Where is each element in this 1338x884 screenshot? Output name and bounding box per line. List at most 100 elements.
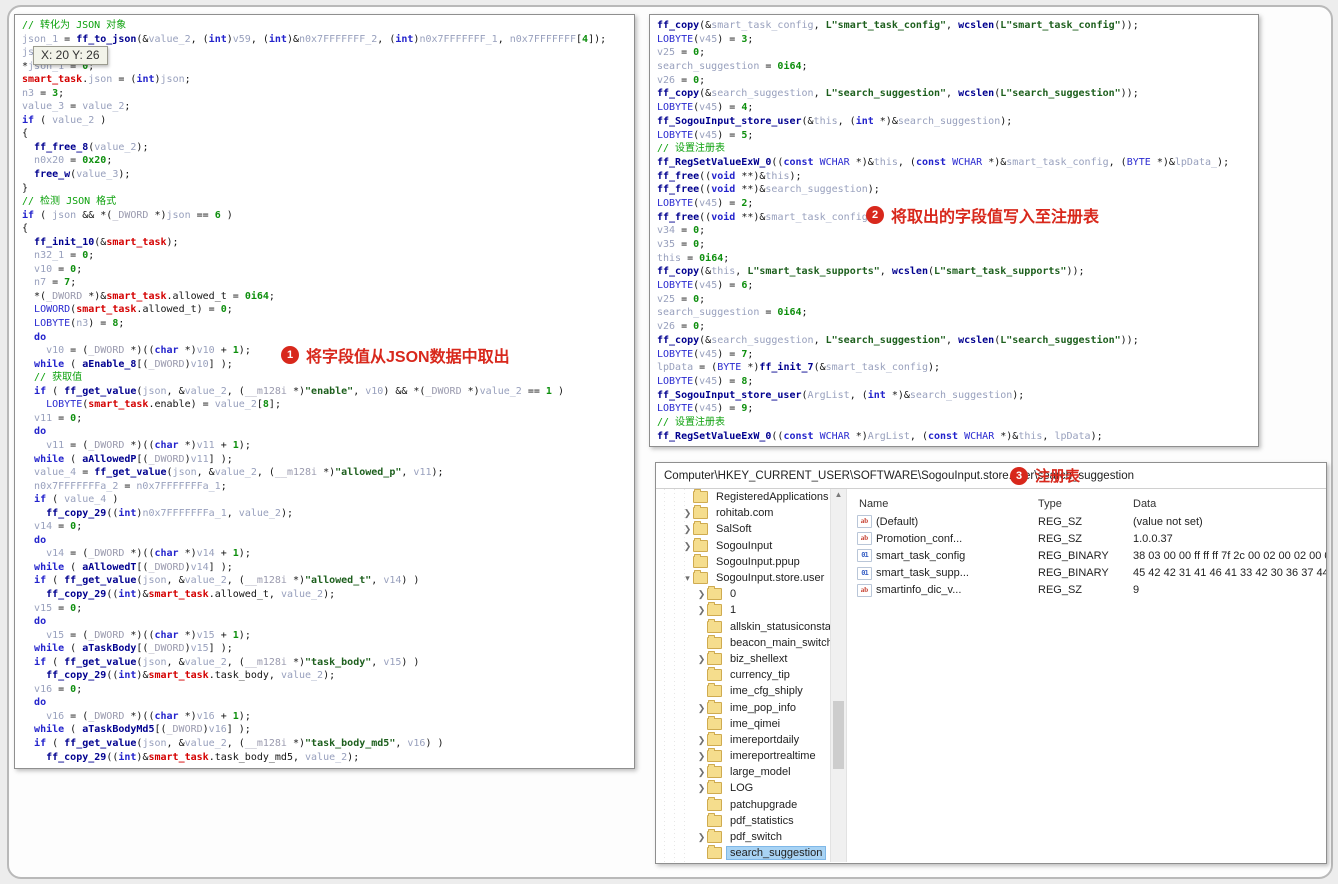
value-data: (value not set) [1133, 515, 1203, 528]
tree-item-large_model[interactable]: ❯ large_model [656, 764, 830, 780]
folder-icon [707, 715, 722, 730]
chevron-right-icon[interactable]: ❯ [696, 780, 707, 796]
tree-item-SogouInput.ppup[interactable]: SogouInput.ppup [656, 553, 830, 570]
code-line: if ( ff_get_value(json, &value_2, (__m12… [34, 385, 564, 397]
values-header-row: Name Type Data [847, 494, 1326, 513]
folder-icon [707, 667, 722, 682]
chevron-right-icon[interactable]: ❯ [696, 586, 707, 602]
chevron-right-icon[interactable]: ❯ [696, 829, 707, 845]
code-line: // 转化为 JSON 对象 [22, 20, 127, 31]
code-line: while ( aAllowedP[(_DWORD)v11] ); [34, 453, 233, 465]
tree-item-biz_shellext[interactable]: ❯ biz_shellext [656, 650, 830, 667]
tree-item-imereportrealtime[interactable]: ❯ imereportrealtime [656, 748, 830, 764]
folder-icon [707, 780, 722, 795]
code-line: ff_SogouInput_store_user(ArgList, (int *… [657, 389, 1025, 401]
folder-icon [707, 618, 722, 633]
code-line: if ( value_2 ) [22, 114, 107, 126]
registry-value-row[interactable]: ab Promotion_conf... REG_SZ 1.0.0.37 [847, 530, 1326, 547]
code-line: if ( json && *(_DWORD *)json == 6 ) [22, 209, 233, 221]
chevron-right-icon[interactable]: ❯ [696, 748, 707, 764]
folder-icon [707, 731, 722, 746]
tree-item-RegisteredApplications[interactable]: RegisteredApplications [656, 489, 830, 505]
tree-item-LOG[interactable]: ❯ LOG [656, 780, 830, 796]
tree-item-allskin_statusiconstatis[interactable]: allskin_statusiconstatis [656, 618, 830, 635]
code-line: v14 = 0; [34, 521, 83, 533]
registry-value-row[interactable]: ab (Default) REG_SZ (value not set) [847, 513, 1326, 530]
code-line: ff_copy(&this, L"smart_task_supports", w… [657, 266, 1085, 278]
tree-item-SalSoft[interactable]: ❯ SalSoft [656, 521, 830, 537]
tree-item-SogouInput[interactable]: ❯ SogouInput [656, 537, 830, 554]
tree-item-label: allskin_statusiconstatis [730, 620, 830, 633]
code-line: { [22, 223, 29, 235]
decompiled-code-panel-registry-write: ff_copy(&smart_task_config, L"smart_task… [649, 14, 1259, 447]
code-line: do [34, 426, 47, 438]
code-line: LOBYTE(v45) = 9; [657, 403, 754, 415]
code-line: ff_free_8(value_2); [34, 141, 149, 153]
tree-item-beacon_main_switch[interactable]: beacon_main_switch [656, 634, 830, 651]
folder-icon [707, 683, 722, 698]
code-line: ff_RegSetValueExW_0((const WCHAR *)ArgLi… [657, 430, 1103, 442]
tree-item-ime_qimei[interactable]: ime_qimei [656, 715, 830, 732]
code-line: n32_1 = 0; [34, 250, 95, 262]
scrollbar-up-icon[interactable]: ▲ [831, 490, 846, 499]
folder-icon [707, 764, 722, 779]
chevron-right-icon[interactable]: ❯ [696, 651, 707, 667]
chevron-right-icon[interactable]: ❯ [682, 505, 693, 521]
tree-item-pdf_statistics[interactable]: pdf_statistics [656, 812, 830, 829]
tree-item-ime_cfg_shiply[interactable]: ime_cfg_shiply [656, 683, 830, 699]
code-line: *(_DWORD *)&smart_task.allowed_t = 0i64; [22, 290, 275, 302]
code-line: n0x20 = 0x20; [34, 155, 113, 167]
tree-item-label: pdf_switch [730, 831, 782, 844]
tree-item-0[interactable]: ❯ 0 [656, 586, 830, 602]
registry-address-bar[interactable]: Computer\HKEY_CURRENT_USER\SOFTWARE\Sogo… [656, 463, 1326, 489]
code-line: // 检测 JSON 格式 [22, 196, 117, 208]
code-line: v25 = 0; [657, 47, 706, 59]
value-name: (Default) [876, 515, 919, 528]
tree-item-imereportdaily[interactable]: ❯ imereportdaily [656, 731, 830, 748]
tree-item-rohitab.com[interactable]: ❯ rohitab.com [656, 505, 830, 521]
code-line: LOBYTE(v45) = 8; [657, 375, 754, 387]
code-line: free_w(value_3); [34, 169, 131, 181]
value-name: smartinfo_dic_v... [876, 584, 962, 597]
tree-item-search_suggestion[interactable]: search_suggestion [656, 845, 830, 861]
column-header-data[interactable]: Data [1133, 498, 1326, 510]
tree-item-currency_tip[interactable]: currency_tip [656, 667, 830, 683]
column-header-name[interactable]: Name [847, 498, 1038, 510]
chevron-right-icon[interactable]: ❯ [696, 700, 707, 716]
annotation-2-badge: 2 [866, 206, 884, 224]
tree-item-1[interactable]: ❯ 1 [656, 602, 830, 618]
registry-value-row[interactable]: 01 smart_task_supp... REG_BINARY 45 42 42 3… [847, 565, 1326, 582]
tree-item-label: beacon_main_switch [730, 636, 830, 649]
code-line: ff_SogouInput_store_user(&this, (int *)&… [657, 115, 1013, 127]
chevron-right-icon[interactable]: ❯ [696, 602, 707, 618]
tree-item-SogouInput.store.user[interactable]: ▾ SogouInput.store.user [656, 570, 830, 586]
reg-sz-icon: ab [857, 515, 872, 529]
tree-item-label: pdf_statistics [730, 814, 794, 827]
tree-scrollbar[interactable]: ▲ [830, 489, 847, 862]
column-header-type[interactable]: Type [1038, 498, 1133, 510]
tree-item-ime_pop_info[interactable]: ❯ ime_pop_info [656, 699, 830, 715]
code-line: v16 = 0; [34, 683, 83, 695]
chevron-down-icon[interactable]: ▾ [682, 570, 693, 586]
code-line: v10 = 0; [34, 263, 83, 275]
scrollbar-thumb[interactable] [833, 701, 844, 769]
annotation-2: 2 将取出的字段值写入至注册表 [866, 203, 1099, 227]
folder-icon [707, 845, 722, 860]
chevron-right-icon[interactable]: ❯ [696, 732, 707, 748]
code-line: LOBYTE(v45) = 3; [657, 33, 754, 45]
chevron-right-icon[interactable]: ❯ [682, 521, 693, 537]
registry-value-row[interactable]: 01 smart_task_config REG_BINARY 38 03 00 00… [847, 547, 1326, 564]
tree-item-patchupgrade[interactable]: patchupgrade [656, 796, 830, 813]
code-line: search_suggestion = 0i64; [657, 307, 808, 319]
value-type: REG_SZ [1038, 584, 1083, 597]
tree-item-pdf_switch[interactable]: ❯ pdf_switch [656, 829, 830, 845]
code-line: v26 = 0; [657, 321, 706, 333]
tree-item-label: SogouInput.ppup [716, 555, 800, 568]
registry-value-row[interactable]: ab smartinfo_dic_v... REG_SZ 9 [847, 582, 1326, 599]
code-line: LOBYTE(smart_task.enable) = value_2[8]; [46, 399, 281, 411]
chevron-right-icon[interactable]: ❯ [682, 538, 693, 554]
annotation-1-text: 将字段值从JSON数据中取出 [306, 349, 510, 366]
chevron-right-icon[interactable]: ❯ [696, 764, 707, 780]
code-line: } [22, 182, 29, 194]
code-line: v15 = (_DWORD *)((char *)v15 + 1); [46, 629, 251, 641]
